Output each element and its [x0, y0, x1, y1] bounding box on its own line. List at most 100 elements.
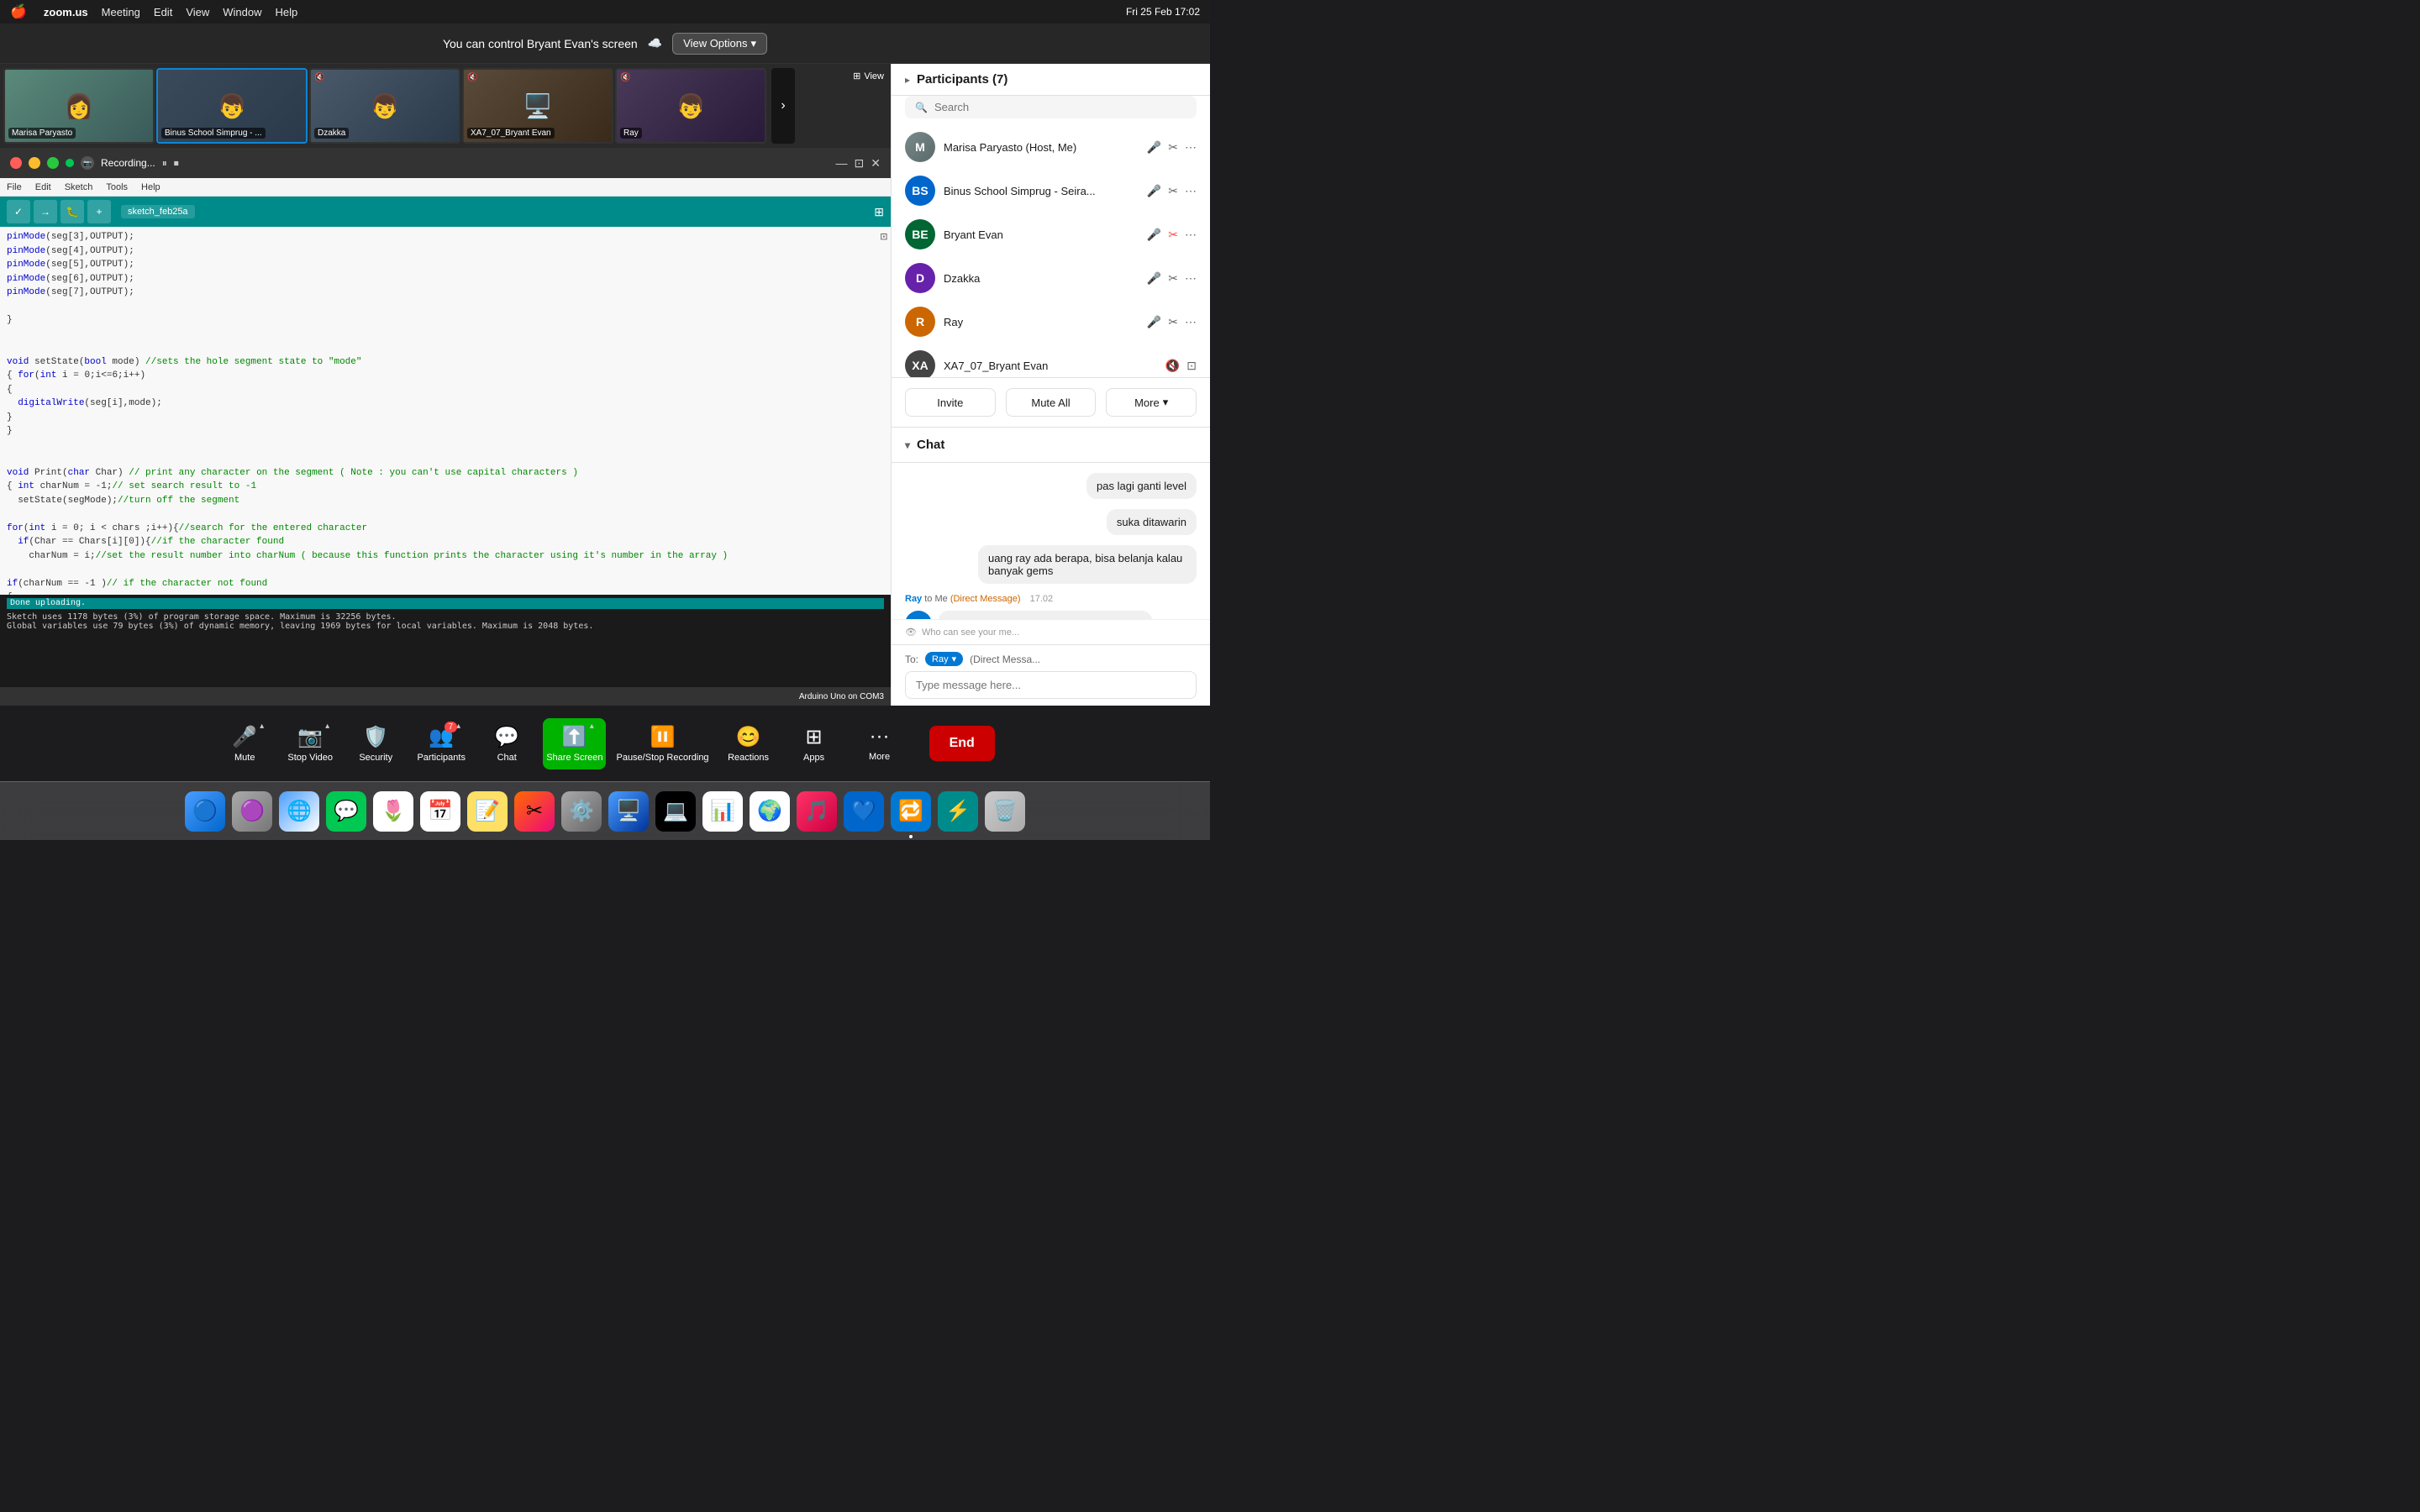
close-icon[interactable]: ✕	[871, 156, 881, 171]
reactions-button[interactable]: 😊 Reactions	[719, 718, 778, 769]
thumb-0[interactable]: 👩 Marisa Paryasto	[3, 68, 155, 144]
dock-clips[interactable]: ✂	[514, 791, 555, 832]
dock-terminal[interactable]: 💻	[655, 791, 696, 832]
dock-safari[interactable]: 🌐	[279, 791, 319, 832]
mic-icon[interactable]: 🎤	[1147, 315, 1161, 329]
arduino-menu-edit[interactable]: Edit	[35, 182, 51, 192]
search-input[interactable]	[934, 101, 1186, 113]
security-button[interactable]: 🛡️ Security	[346, 718, 405, 769]
upload-btn[interactable]: →	[34, 200, 57, 223]
pause-btn[interactable]: ⏸	[162, 157, 167, 170]
dock-arduino[interactable]: ⚡	[938, 791, 978, 832]
dock-screen-recorder[interactable]: 🖥️	[608, 791, 649, 832]
participant-item[interactable]: M Marisa Paryasto (Host, Me) 🎤 ✂ ⋯	[892, 125, 1210, 169]
participant-item[interactable]: R Ray 🎤 ✂ ⋯	[892, 300, 1210, 344]
dock-calendar[interactable]: 📅	[420, 791, 460, 832]
arduino-menu-sketch[interactable]: Sketch	[65, 182, 93, 192]
app-name[interactable]: zoom.us	[44, 6, 88, 18]
participant-item[interactable]: D Dzakka 🎤 ✂ ⋯	[892, 256, 1210, 300]
participant-item[interactable]: BS Binus School Simprug - Seira... 🎤 ✂ ⋯	[892, 169, 1210, 213]
video-icon[interactable]: ✂	[1168, 140, 1178, 155]
arduino-menu-tools[interactable]: Tools	[106, 182, 128, 192]
arduino-editor[interactable]: pinMode(seg[3],OUTPUT); pinMode(seg[4],O…	[0, 227, 891, 595]
more-icon[interactable]: ⋯	[1185, 271, 1197, 286]
mic-muted-icon[interactable]: 🔇	[1165, 359, 1180, 373]
thumbnail-next-button[interactable]: ›	[771, 68, 795, 144]
thumb-2[interactable]: 👦 🔇 Dzakka	[309, 68, 460, 144]
mute-button[interactable]: 🎤 ▴ Mute	[215, 718, 274, 769]
expand-editor-icon[interactable]: ⊡	[881, 230, 887, 244]
mic-icon[interactable]: 🎤	[1147, 271, 1161, 286]
thumb-4[interactable]: 👦 🔇 Ray	[615, 68, 766, 144]
verify-btn[interactable]: ✓	[7, 200, 30, 223]
stop-btn[interactable]: ⏹	[174, 157, 179, 170]
dock-launchpad[interactable]: 🟣	[232, 791, 272, 832]
arduino-fullscreen-btn[interactable]	[47, 157, 59, 169]
apple-menu[interactable]: 🍎	[10, 3, 27, 20]
more-icon[interactable]: ⋯	[1185, 315, 1197, 329]
dock-system-prefs[interactable]: ⚙️	[561, 791, 602, 832]
restore-icon[interactable]: ⊡	[855, 156, 865, 171]
video-icon[interactable]: ⊡	[1186, 359, 1197, 373]
dock-zoom[interactable]: 🔁	[891, 791, 931, 832]
video-icon[interactable]: ✂	[1168, 271, 1178, 286]
participants-button[interactable]: 👥 ▴ 7 Participants	[412, 718, 471, 769]
participants-collapse-toggle[interactable]: ▸ Participants (7)	[892, 64, 1210, 96]
mute-all-button[interactable]: Mute All	[1006, 388, 1097, 417]
view-button[interactable]: ⊞ View	[853, 71, 884, 81]
participant-actions: Invite Mute All More ▾	[892, 377, 1210, 427]
end-button[interactable]: End	[929, 726, 995, 761]
dock-finder[interactable]: 🔵	[185, 791, 225, 832]
more-button[interactable]: ··· More	[850, 718, 909, 769]
thumb-mic-icon-3: 🔇	[467, 73, 477, 82]
participant-controls: 🎤 ✂ ⋯	[1147, 315, 1197, 329]
more-icon[interactable]: ⋯	[1185, 228, 1197, 242]
more-icon[interactable]: ⋯	[1185, 140, 1197, 155]
to-recipient: Ray	[932, 654, 949, 664]
thumb-3[interactable]: 🖥️ 🔇 XA7_07_Bryant Evan	[462, 68, 613, 144]
menu-meeting[interactable]: Meeting	[102, 6, 140, 18]
dock-notes[interactable]: 📝	[467, 791, 508, 832]
menu-help[interactable]: Help	[276, 6, 298, 18]
share-screen-button[interactable]: ⬆️ ▴ Share Screen	[543, 718, 606, 769]
view-options-button[interactable]: View Options ▾	[672, 33, 767, 55]
mic-icon[interactable]: 🎤	[1147, 184, 1161, 198]
chat-button[interactable]: 💬 Chat	[477, 718, 536, 769]
arduino-minimize-btn[interactable]	[29, 157, 40, 169]
more-icon[interactable]: ⋯	[1185, 184, 1197, 198]
thumb-1[interactable]: 👦 Binus School Simprug - ...	[156, 68, 308, 144]
video-slash-icon[interactable]: ✂	[1168, 228, 1178, 242]
serial-monitor-btn[interactable]: +	[87, 200, 111, 223]
invite-button[interactable]: Invite	[905, 388, 996, 417]
participant-item[interactable]: XA XA7_07_Bryant Evan 🔇 ⊡	[892, 344, 1210, 377]
pause-recording-button[interactable]: ⏸️ Pause/Stop Recording	[613, 718, 712, 769]
dock-photos[interactable]: 🌷	[373, 791, 413, 832]
participant-item[interactable]: BE Bryant Evan 🎤 ✂ ⋯	[892, 213, 1210, 256]
dock-messages[interactable]: 💬	[326, 791, 366, 832]
mute-label: Mute	[234, 753, 255, 763]
dock-music[interactable]: 🎵	[797, 791, 837, 832]
mic-icon[interactable]: 🎤	[1147, 228, 1161, 242]
menu-edit[interactable]: Edit	[154, 6, 172, 18]
minimize-icon[interactable]: —	[836, 156, 848, 171]
video-icon[interactable]: ✂	[1168, 184, 1178, 198]
stop-video-button[interactable]: 📷 ▴ Stop Video	[281, 718, 339, 769]
chat-text-input[interactable]	[905, 671, 1197, 699]
mic-icon[interactable]: 🎤	[1147, 140, 1161, 155]
dock-activity[interactable]: 📊	[702, 791, 743, 832]
dock-vscode[interactable]: 💙	[844, 791, 884, 832]
to-recipient-badge[interactable]: Ray ▾	[925, 652, 963, 666]
expand-icon[interactable]: ⊞	[874, 205, 884, 219]
apps-button[interactable]: ⊞ Apps	[785, 718, 844, 769]
arduino-menu-file[interactable]: File	[7, 182, 22, 192]
more-button[interactable]: More ▾	[1106, 388, 1197, 417]
debug-btn[interactable]: 🐛	[60, 200, 84, 223]
arduino-menu-help[interactable]: Help	[141, 182, 160, 192]
dock-trash[interactable]: 🗑️	[985, 791, 1025, 832]
dock-chrome[interactable]: 🌍	[750, 791, 790, 832]
arduino-close-btn[interactable]	[10, 157, 22, 169]
right-panel: ▸ Participants (7) 🔍 M Marisa Paryasto (…	[891, 64, 1210, 706]
menu-view[interactable]: View	[186, 6, 209, 18]
video-icon[interactable]: ✂	[1168, 315, 1178, 329]
menu-window[interactable]: Window	[223, 6, 261, 18]
